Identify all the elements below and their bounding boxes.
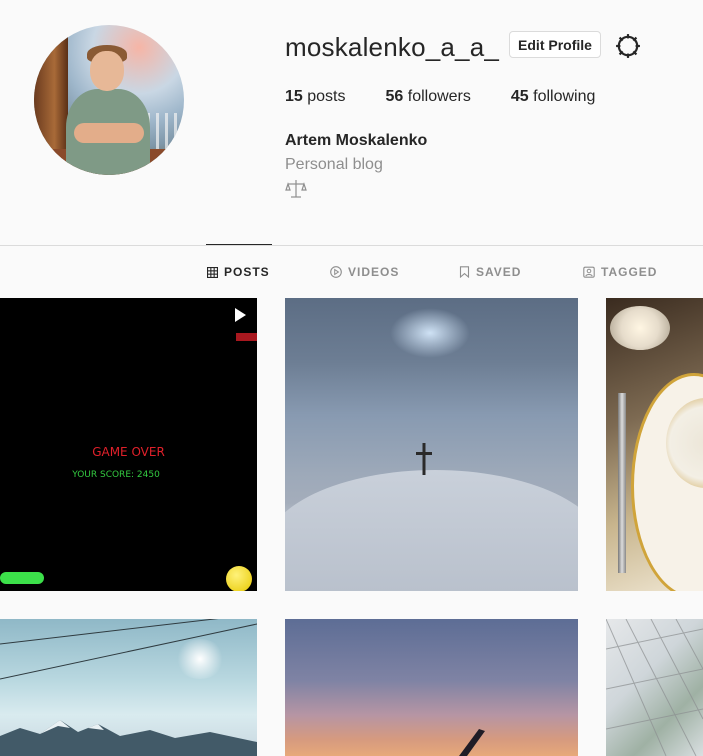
game-over-text: GAME OVER — [92, 445, 165, 459]
tab-videos[interactable]: VIDEOS — [330, 265, 399, 279]
profile-username: moskalenko_a_a_ — [285, 32, 500, 62]
tabs-divider — [0, 245, 703, 246]
gear-icon[interactable] — [615, 33, 641, 59]
tab-videos-label: VIDEOS — [348, 265, 400, 279]
post-tile-coffee[interactable] — [606, 298, 703, 591]
following-label: following — [533, 88, 596, 105]
grid-icon — [207, 266, 218, 278]
balance-scale-icon — [285, 180, 307, 198]
followers-label: followers — [407, 88, 471, 105]
fork — [618, 393, 626, 573]
glass-grid — [606, 619, 703, 756]
posts-stat: 15 posts — [285, 88, 346, 106]
followers-stat[interactable]: 56 followers — [386, 88, 471, 106]
game-ball — [226, 566, 252, 591]
bookmark-icon — [459, 266, 470, 278]
cloud-light — [390, 308, 470, 358]
profile-full-name: Artem Moskalenko — [285, 132, 428, 149]
post-tile-mountain-cross[interactable] — [285, 298, 578, 591]
posts-label: posts — [307, 88, 346, 105]
tab-tagged[interactable]: TAGGED — [583, 265, 657, 279]
avatar-person-head — [90, 51, 124, 91]
profile-bio: Personal blog — [285, 156, 383, 173]
tag-user-icon — [583, 266, 595, 278]
cross-icon — [416, 443, 432, 475]
profile-stats: 15 posts 56 followers 45 following — [285, 88, 635, 106]
post-tile-sunset-plane[interactable] — [285, 619, 578, 756]
edit-profile-button[interactable]: Edit Profile — [509, 31, 601, 58]
game-lives-label — [236, 333, 257, 341]
followers-count: 56 — [385, 88, 404, 105]
plane-wing-icon — [459, 729, 485, 756]
video-play-icon — [235, 308, 246, 322]
candle-glass — [610, 306, 670, 350]
profile-avatar[interactable] — [34, 25, 184, 175]
game-progress-bar — [0, 572, 44, 584]
post-tile-glass-structure[interactable] — [606, 619, 703, 756]
post-tile-ski-lift[interactable] — [0, 619, 257, 756]
tab-posts-label: POSTS — [224, 265, 270, 279]
play-circle-icon — [330, 266, 342, 278]
tab-tagged-label: TAGGED — [601, 265, 658, 279]
sun-glow — [175, 639, 225, 679]
posts-count: 15 — [285, 88, 303, 105]
avatar-person-arms — [74, 123, 144, 143]
following-stat[interactable]: 45 following — [511, 88, 596, 106]
following-count: 45 — [510, 88, 529, 105]
mountain-range — [0, 720, 257, 756]
tab-saved[interactable]: SAVED — [459, 265, 521, 279]
game-score-text: YOUR SCORE: 2450 — [72, 470, 160, 480]
tab-saved-label: SAVED — [476, 265, 522, 279]
tab-posts[interactable]: POSTS — [206, 244, 272, 279]
snow-hill — [285, 470, 578, 591]
